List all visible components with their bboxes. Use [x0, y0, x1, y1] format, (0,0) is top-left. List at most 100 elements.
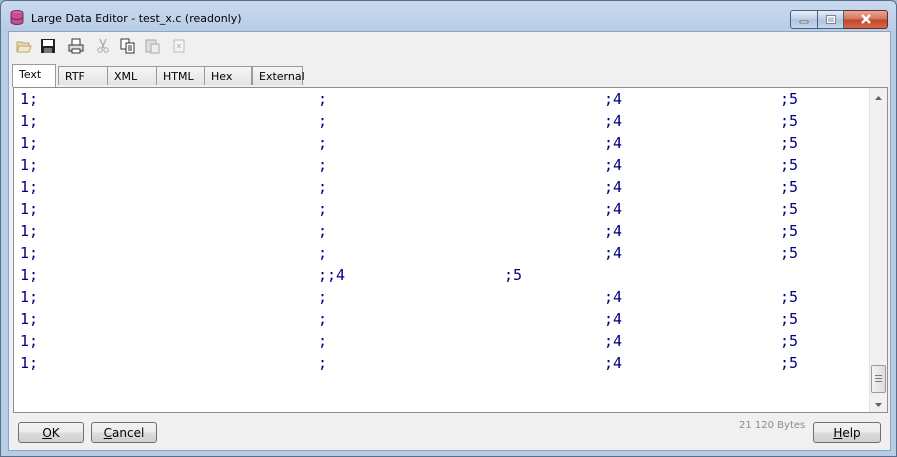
field-4: ;5 — [780, 354, 799, 372]
field-1: 1; — [20, 288, 39, 306]
field-4: ;5 — [780, 200, 799, 218]
field-1: 1; — [20, 156, 39, 174]
text-line: 1; ; ;4 ;5 — [20, 178, 867, 200]
text-line: 1; ; ;4 ;5 — [20, 222, 867, 244]
field-2: ; — [318, 354, 328, 372]
field-2: ; — [318, 134, 328, 152]
tab-label: XML — [114, 69, 138, 83]
field-2: ; — [318, 90, 328, 108]
field-2: ; — [318, 178, 328, 196]
paste-icon[interactable] — [144, 38, 160, 54]
field-1: 1; — [20, 310, 39, 328]
tab-xml[interactable]: XML — [107, 66, 157, 85]
ok-button[interactable]: OK — [18, 422, 84, 443]
field-2: ; — [318, 222, 328, 240]
field-1: 1; — [20, 112, 39, 130]
tab-text[interactable]: Text — [12, 64, 56, 87]
field-1: 1; — [20, 90, 39, 108]
text-line: 1; ; ;4 ;5 — [20, 134, 867, 156]
field-2: ;;4 — [318, 266, 346, 284]
field-2: ; — [318, 310, 328, 328]
open-folder-icon[interactable] — [16, 38, 32, 54]
cancel-button[interactable]: Cancel — [91, 422, 157, 443]
field-3: ;4 — [604, 134, 623, 152]
file-size-label: 21 120 Bytes — [739, 420, 806, 431]
text-editor[interactable]: 1; ; ;4 ;5 1; ; ;4 ;5 1; ; ;4 ;5 1; ; ;4… — [13, 87, 888, 413]
close-button[interactable] — [844, 10, 888, 29]
save-icon[interactable] — [40, 38, 56, 54]
text-line: 1; ; ;4 ;5 — [20, 354, 867, 376]
help-label: elp — [842, 425, 861, 440]
database-icon — [10, 10, 24, 25]
text-line: 1; ; ;4 ;5 — [20, 288, 867, 310]
maximize-button[interactable] — [818, 10, 844, 29]
field-3: ;4 — [604, 332, 623, 350]
tab-html[interactable]: HTML — [156, 66, 206, 85]
field-4: ;5 — [780, 112, 799, 130]
tab-label: HTML — [163, 69, 194, 83]
print-icon[interactable] — [68, 38, 84, 54]
field-2: ; — [318, 156, 328, 174]
window-controls — [790, 10, 888, 29]
scroll-down-button[interactable] — [870, 395, 887, 412]
field-3: ;4 — [604, 222, 623, 240]
arrow-down-icon — [875, 397, 882, 411]
tab-label: RTF — [65, 69, 85, 83]
cancel-accel: C — [103, 425, 113, 440]
text-line: 1; ;;4 ;5 — [20, 266, 867, 288]
dialog-footer: OK Cancel 21 120 Bytes Help — [9, 412, 890, 450]
tab-label: External — [259, 69, 305, 83]
field-2: ; — [318, 332, 328, 350]
field-2: ; — [318, 244, 328, 262]
close-icon — [860, 13, 872, 27]
cut-icon[interactable] — [95, 38, 111, 54]
text-line: 1; ; ;4 ;5 — [20, 310, 867, 332]
field-3: ;4 — [604, 200, 623, 218]
field-4: ;5 — [780, 310, 799, 328]
field-3: ;4 — [604, 112, 623, 130]
tab-rtf[interactable]: RTF — [58, 66, 108, 85]
clear-icon[interactable] — [171, 38, 187, 54]
field-1: 1; — [20, 222, 39, 240]
field-1: 1; — [20, 266, 39, 284]
field-1: 1; — [20, 244, 39, 262]
maximize-icon — [825, 13, 836, 27]
text-lines: 1; ; ;4 ;5 1; ; ;4 ;5 1; ; ;4 ;5 1; ; ;4… — [20, 90, 867, 412]
vertical-scrollbar[interactable] — [869, 88, 887, 412]
field-1: 1; — [20, 178, 39, 196]
field-4: ;5 — [780, 156, 799, 174]
field-3: ;5 — [504, 266, 523, 284]
client-area: Text RTF XML HTML Hex External 1; ; ;4 ;… — [8, 31, 891, 451]
help-button[interactable]: Help — [813, 422, 881, 443]
tab-external[interactable]: External — [252, 66, 305, 85]
field-3: ;4 — [604, 288, 623, 306]
field-4: ;5 — [780, 134, 799, 152]
ok-accel: O — [42, 425, 52, 440]
field-3: ;4 — [604, 244, 623, 262]
app-window: Large Data Editor - test_x.c (readonly) — [0, 0, 897, 457]
field-3: ;4 — [604, 90, 623, 108]
field-1: 1; — [20, 134, 39, 152]
title-bar[interactable]: Large Data Editor - test_x.c (readonly) — [1, 1, 896, 31]
cancel-label: ancel — [112, 425, 145, 440]
tab-label: Hex — [211, 69, 233, 83]
minimize-icon — [799, 13, 809, 27]
text-line: 1; ; ;4 ;5 — [20, 332, 867, 354]
text-line: 1; ; ;4 ;5 — [20, 200, 867, 222]
scroll-thumb[interactable] — [871, 365, 886, 393]
minimize-button[interactable] — [790, 10, 818, 29]
arrow-up-icon — [875, 90, 882, 104]
tab-hex[interactable]: Hex — [204, 66, 252, 85]
field-1: 1; — [20, 354, 39, 372]
scroll-up-button[interactable] — [870, 88, 887, 105]
field-4: ;5 — [780, 222, 799, 240]
text-line: 1; ; ;4 ;5 — [20, 244, 867, 266]
tab-label: Text — [19, 68, 42, 81]
copy-icon[interactable] — [120, 38, 136, 54]
view-tabs: Text RTF XML HTML Hex External — [11, 64, 411, 87]
text-line: 1; ; ;4 ;5 — [20, 90, 867, 112]
field-1: 1; — [20, 200, 39, 218]
field-4: ;5 — [780, 288, 799, 306]
field-4: ;5 — [780, 90, 799, 108]
field-2: ; — [318, 200, 328, 218]
